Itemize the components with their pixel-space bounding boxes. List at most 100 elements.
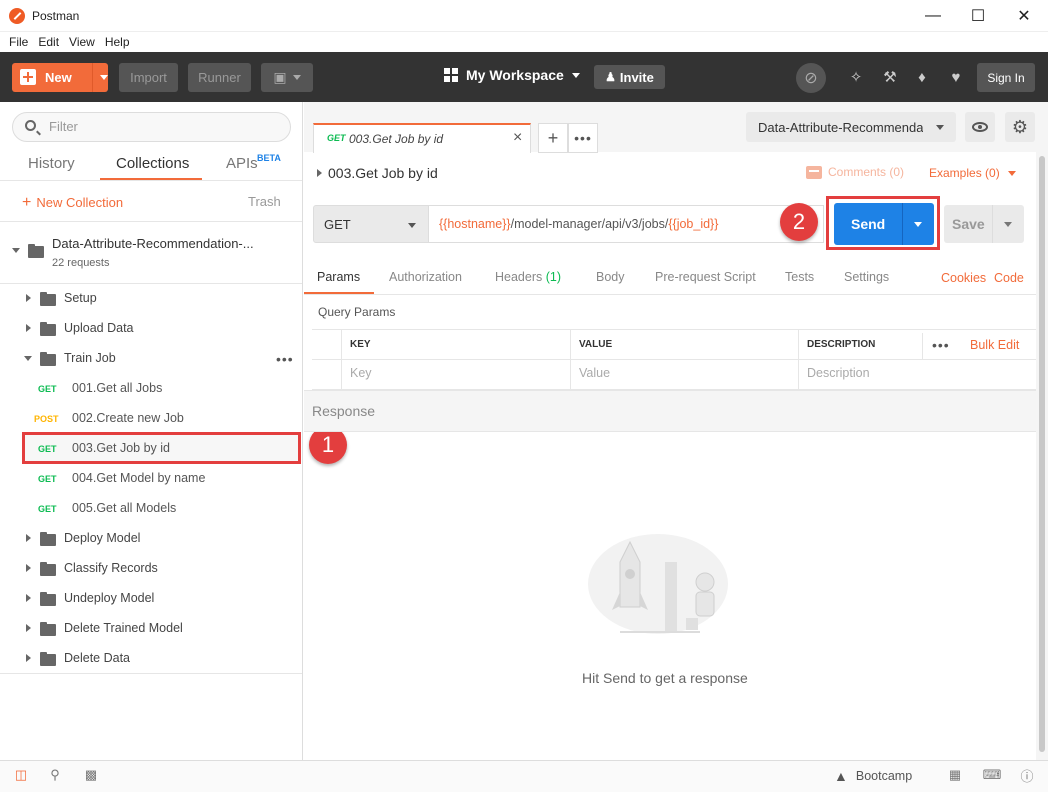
heart-icon[interactable]: ♥ xyxy=(946,67,966,87)
tab-apis[interactable]: APIs xyxy=(226,155,258,172)
sign-in-button[interactable]: Sign In xyxy=(977,63,1035,92)
chevron-right-icon[interactable] xyxy=(26,324,31,332)
new-window-button[interactable]: ▣ xyxy=(261,63,313,92)
toggle-sidebar-icon[interactable]: ◫ xyxy=(12,766,30,784)
tab-authorization[interactable]: Authorization xyxy=(389,270,462,284)
request-item[interactable]: 001.Get all Jobs xyxy=(72,381,162,395)
more-options-icon[interactable]: ••• xyxy=(276,351,294,367)
menu-file[interactable]: File xyxy=(4,32,33,52)
more-options-icon[interactable]: ••• xyxy=(932,337,950,353)
invite-button[interactable]: ♟ Invite xyxy=(594,65,665,89)
chevron-down-icon[interactable] xyxy=(1004,222,1012,227)
close-window-icon[interactable]: ✕ xyxy=(1001,0,1047,32)
request-title[interactable]: 003.Get Job by id xyxy=(317,165,438,181)
chevron-right-icon[interactable] xyxy=(26,594,31,602)
folder-train-job[interactable]: Train Job xyxy=(64,351,116,365)
menu-edit[interactable]: Edit xyxy=(33,32,64,52)
method-select[interactable]: GET xyxy=(313,205,429,243)
chevron-down-icon[interactable] xyxy=(914,222,922,227)
tab-headers[interactable]: Headers (1) xyxy=(495,270,561,284)
chevron-right-icon[interactable] xyxy=(26,294,31,302)
scrollbar-thumb[interactable] xyxy=(1039,156,1045,752)
examples-button[interactable]: Examples (0) xyxy=(929,166,1016,180)
keyboard-icon[interactable]: ⌨ xyxy=(983,766,1002,784)
chevron-down-icon[interactable] xyxy=(12,248,20,253)
request-item[interactable]: 002.Create new Job xyxy=(72,411,184,425)
chevron-right-icon[interactable] xyxy=(26,654,31,662)
code-link[interactable]: Code xyxy=(994,271,1024,285)
maximize-icon[interactable]: ☐ xyxy=(955,0,1001,32)
method-badge: GET xyxy=(38,474,57,484)
folder-delete-trained-model[interactable]: Delete Trained Model xyxy=(64,621,183,635)
chevron-right-icon[interactable] xyxy=(26,564,31,572)
column-header-key-label: KEY xyxy=(350,339,371,350)
divider xyxy=(0,283,302,284)
tab-collections[interactable]: Collections xyxy=(116,155,189,172)
tab-settings[interactable]: Settings xyxy=(844,270,889,284)
chevron-down-icon[interactable] xyxy=(100,75,108,80)
table-cell xyxy=(571,360,799,390)
environment-quick-look-button[interactable] xyxy=(965,112,995,142)
new-button[interactable]: New xyxy=(12,63,108,92)
help-icon[interactable]: ⓘ xyxy=(1018,766,1036,784)
request-item-selected[interactable]: 003.Get Job by id xyxy=(72,441,170,455)
key-input[interactable] xyxy=(350,366,550,380)
menu-bar: File Edit View Help xyxy=(0,32,1048,52)
console-icon[interactable]: ▩ xyxy=(82,766,100,784)
filter-input[interactable] xyxy=(49,119,279,134)
add-user-icon: ♟ xyxy=(605,70,616,84)
add-tab-button[interactable]: + xyxy=(538,123,568,153)
window-title: Postman xyxy=(32,9,80,23)
trash-link[interactable]: Trash xyxy=(248,194,281,209)
import-button[interactable]: Import xyxy=(119,63,178,92)
bootcamp-button[interactable]: ▲ Bootcamp xyxy=(834,768,912,784)
value-input[interactable] xyxy=(579,366,779,380)
tab-history[interactable]: History xyxy=(28,155,75,172)
column-header-value: VALUE xyxy=(571,330,799,360)
tab-params[interactable]: Params xyxy=(317,270,360,284)
wrench-icon[interactable]: ⚒ xyxy=(880,67,900,87)
chevron-right-icon[interactable] xyxy=(26,534,31,542)
cookies-link[interactable]: Cookies xyxy=(941,271,986,285)
layout-icon[interactable]: ▦ xyxy=(946,766,964,784)
folder-icon xyxy=(40,352,56,366)
folder-deploy-model[interactable]: Deploy Model xyxy=(64,531,140,545)
settings-button[interactable]: ⚙ xyxy=(1005,112,1035,142)
bell-icon[interactable]: ♦ xyxy=(912,67,932,87)
folder-icon xyxy=(40,562,56,576)
runner-button[interactable]: Runner xyxy=(188,63,251,92)
chevron-down-icon[interactable] xyxy=(24,356,32,361)
folder-classify-records[interactable]: Classify Records xyxy=(64,561,158,575)
menu-help[interactable]: Help xyxy=(100,32,135,52)
tab-body[interactable]: Body xyxy=(596,270,625,284)
find-icon[interactable]: ⚲ xyxy=(46,766,64,784)
request-item[interactable]: 004.Get Model by name xyxy=(72,471,205,485)
environment-select[interactable]: Data-Attribute-Recommenda xyxy=(746,112,956,142)
chevron-right-icon[interactable] xyxy=(26,624,31,632)
request-item[interactable]: 005.Get all Models xyxy=(72,501,176,515)
minimize-icon[interactable]: — xyxy=(910,0,956,32)
folder-setup[interactable]: Setup xyxy=(64,291,97,305)
workspace-selector[interactable]: My Workspace xyxy=(444,67,580,83)
chevron-down-icon xyxy=(936,125,944,130)
close-icon[interactable]: × xyxy=(513,129,522,147)
comments-button[interactable]: Comments (0) xyxy=(806,165,904,179)
send-divider xyxy=(902,203,903,245)
collection-name[interactable]: Data-Attribute-Recommendation-... xyxy=(52,236,254,251)
folder-upload-data[interactable]: Upload Data xyxy=(64,321,134,335)
bulk-edit-link[interactable]: Bulk Edit xyxy=(970,338,1019,352)
save-button[interactable]: Save xyxy=(944,205,1024,243)
sync-off-icon[interactable]: ⊘ xyxy=(796,63,826,93)
request-tab[interactable]: GET 003.Get Job by id × xyxy=(313,123,531,153)
tab-pre-request-script[interactable]: Pre-request Script xyxy=(655,270,756,284)
send-button[interactable]: Send xyxy=(834,203,934,245)
tab-tests[interactable]: Tests xyxy=(785,270,814,284)
url-input[interactable]: {{hostname}}/model-manager/api/v3/jobs/{… xyxy=(429,205,824,243)
folder-undeploy-model[interactable]: Undeploy Model xyxy=(64,591,154,605)
more-tabs-icon[interactable]: ••• xyxy=(568,123,598,153)
new-collection-button[interactable]: + New Collection xyxy=(22,194,123,212)
satellite-icon[interactable]: ✧ xyxy=(846,67,866,87)
folder-delete-data[interactable]: Delete Data xyxy=(64,651,130,665)
menu-view[interactable]: View xyxy=(64,32,100,52)
description-input[interactable] xyxy=(807,366,1007,380)
